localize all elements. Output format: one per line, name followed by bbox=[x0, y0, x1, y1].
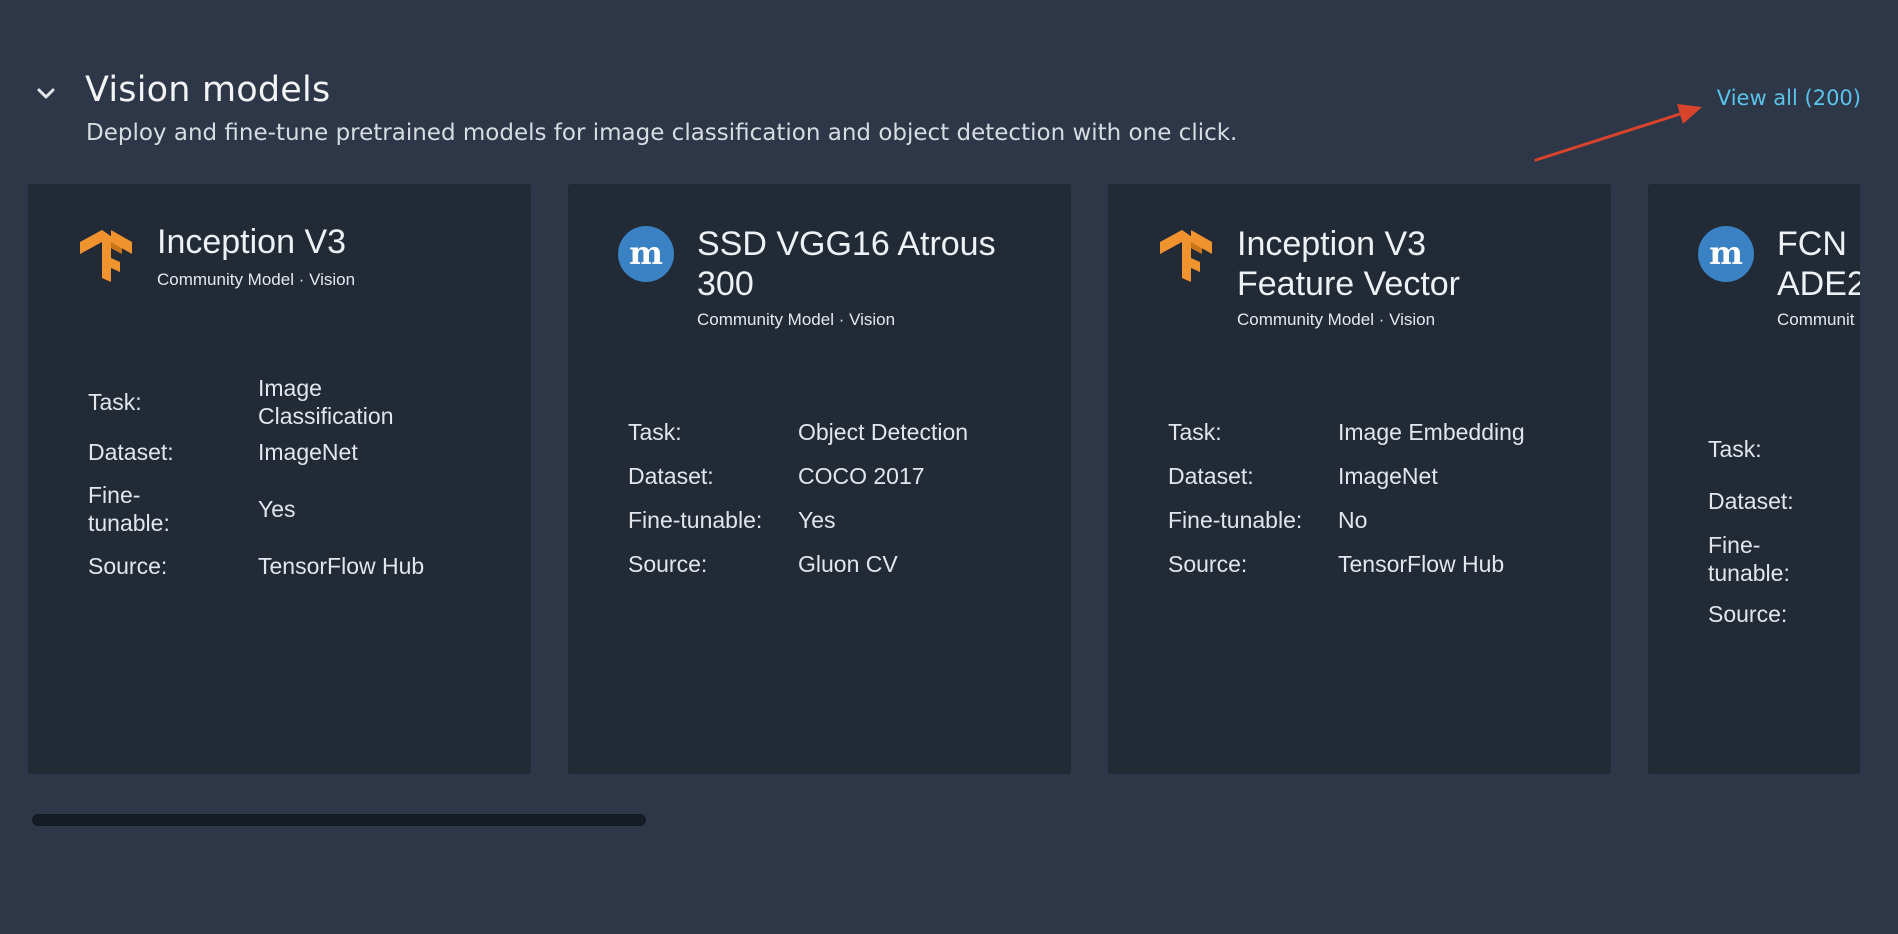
meta-row-task: Task: bbox=[1708, 420, 1860, 478]
meta-row-source: Source: TensorFlow Hub bbox=[88, 544, 508, 588]
fine-tunable-label-line1: Fine- bbox=[1708, 532, 1761, 558]
task-value-line1: Image bbox=[258, 375, 322, 401]
dataset-value: ImageNet bbox=[1338, 463, 1438, 489]
dataset-value: COCO 2017 bbox=[798, 463, 925, 489]
card-title-line1: FCN bbox=[1777, 225, 1847, 263]
dataset-label: Dataset: bbox=[1168, 463, 1254, 489]
dataset-label: Dataset: bbox=[88, 439, 174, 465]
meta-row-fine-tunable: Fine- tunable: bbox=[1708, 524, 1860, 594]
mxnet-icon: m bbox=[1698, 226, 1754, 282]
card-title-line2: 300 bbox=[697, 265, 754, 303]
model-card[interactable]: m SSD VGG16 Atrous 300 Community Model ·… bbox=[568, 184, 1071, 774]
card-title-line2: Feature Vector bbox=[1237, 265, 1461, 303]
section-subtitle: Deploy and fine-tune pretrained models f… bbox=[86, 120, 1238, 146]
annotation-arrow-icon bbox=[1534, 104, 1702, 162]
section-title: Vision models bbox=[85, 70, 331, 110]
card-subtitle: Community Model · Vision bbox=[1237, 310, 1436, 329]
card-title-line2: ADE2 bbox=[1777, 265, 1860, 303]
dataset-value: ImageNet bbox=[258, 439, 358, 465]
card-title: SSD VGG16 Atrous 300 bbox=[697, 224, 1047, 304]
fine-tunable-label: Fine- tunable: bbox=[1708, 531, 1860, 587]
source-label: Source: bbox=[88, 553, 168, 579]
svg-text:m: m bbox=[1709, 234, 1743, 272]
mxnet-icon: m bbox=[618, 226, 674, 282]
task-label: Task: bbox=[1168, 419, 1222, 445]
meta-row-dataset: Dataset: ImageNet bbox=[88, 430, 508, 474]
scrollbar-thumb[interactable] bbox=[32, 814, 646, 826]
card-title-line1: Inception V3 bbox=[1237, 225, 1427, 263]
fine-tunable-label-line1: Fine- bbox=[88, 482, 141, 508]
carousel-scrollbar[interactable] bbox=[28, 812, 1860, 828]
fine-tunable-label: Fine-tunable: bbox=[628, 507, 763, 533]
model-card[interactable]: Inception V3 Feature Vector Community Mo… bbox=[1108, 184, 1611, 774]
source-label: Source: bbox=[1168, 551, 1248, 577]
card-metadata: Task: Image Classification Dataset: Imag… bbox=[88, 374, 508, 588]
fine-tunable-value: No bbox=[1338, 507, 1368, 533]
meta-row-dataset: Dataset: ImageNet bbox=[1168, 454, 1588, 498]
card-metadata: Task: Image Embedding Dataset: ImageNet … bbox=[1168, 410, 1588, 586]
meta-row-task: Task: Object Detection bbox=[628, 410, 1048, 454]
collapse-toggle[interactable] bbox=[32, 80, 60, 108]
section-header: Vision models Deploy and fine-tune pretr… bbox=[0, 0, 1898, 180]
card-title: Inception V3 bbox=[157, 223, 347, 261]
fine-tunable-label-line2: tunable: bbox=[88, 510, 170, 536]
task-label: Task: bbox=[88, 389, 142, 415]
view-all-link[interactable]: View all (200) bbox=[1717, 86, 1861, 110]
dataset-label: Dataset: bbox=[628, 463, 714, 489]
task-label: Task: bbox=[1708, 436, 1762, 462]
fine-tunable-value: Yes bbox=[798, 507, 836, 533]
fine-tunable-value: Yes bbox=[258, 496, 296, 522]
dataset-label: Dataset: bbox=[1708, 488, 1794, 514]
fine-tunable-label-line2: tunable: bbox=[1708, 560, 1790, 586]
card-title: Inception V3 Feature Vector bbox=[1237, 224, 1587, 304]
card-subtitle: Community Model · Vision bbox=[697, 310, 896, 329]
card-subtitle: Communit bbox=[1777, 310, 1855, 329]
meta-row-source: Source: TensorFlow Hub bbox=[1168, 542, 1588, 586]
card-title-line1: SSD VGG16 Atrous bbox=[697, 225, 996, 263]
source-label: Source: bbox=[1708, 601, 1788, 627]
meta-row-task: Task: Image Classification bbox=[88, 374, 508, 430]
card-metadata: Task: Object Detection Dataset: COCO 201… bbox=[628, 410, 1048, 586]
task-value: Image Embedding bbox=[1338, 419, 1525, 445]
task-value: Object Detection bbox=[798, 419, 969, 445]
task-value-line2: Classification bbox=[258, 403, 394, 429]
meta-row-fine-tunable: Fine-tunable: Yes bbox=[628, 498, 1048, 542]
source-value: TensorFlow Hub bbox=[1338, 551, 1505, 577]
meta-row-fine-tunable: Fine- tunable: Yes bbox=[88, 474, 508, 544]
source-value: Gluon CV bbox=[798, 551, 898, 577]
tensorflow-icon bbox=[80, 230, 132, 282]
tensorflow-icon bbox=[1160, 230, 1212, 282]
card-subtitle: Community Model · Vision bbox=[157, 270, 356, 289]
card-metadata: Task: Dataset: Fine- tunable: Source: bbox=[1708, 420, 1860, 634]
task-value: Image Classification bbox=[258, 374, 508, 430]
meta-row-task: Task: Image Embedding bbox=[1168, 410, 1588, 454]
meta-row-source: Source: bbox=[1708, 594, 1860, 634]
meta-row-dataset: Dataset: COCO 2017 bbox=[628, 454, 1048, 498]
model-card[interactable]: m FCN ADE2 Communit Task: Dataset: Fine-… bbox=[1648, 184, 1860, 774]
svg-text:m: m bbox=[629, 234, 663, 272]
fine-tunable-label: Fine- tunable: bbox=[88, 481, 258, 537]
task-label: Task: bbox=[628, 419, 682, 445]
model-carousel: Inception V3 Community Model · Vision Ta… bbox=[28, 184, 1860, 774]
meta-row-dataset: Dataset: bbox=[1708, 478, 1860, 524]
chevron-down-icon bbox=[37, 88, 55, 99]
fine-tunable-label: Fine-tunable: bbox=[1168, 507, 1303, 533]
meta-row-source: Source: Gluon CV bbox=[628, 542, 1048, 586]
source-label: Source: bbox=[628, 551, 708, 577]
card-title: FCN ADE2 bbox=[1777, 224, 1860, 304]
source-value: TensorFlow Hub bbox=[258, 553, 425, 579]
meta-row-fine-tunable: Fine-tunable: No bbox=[1168, 498, 1588, 542]
model-card[interactable]: Inception V3 Community Model · Vision Ta… bbox=[28, 184, 531, 774]
